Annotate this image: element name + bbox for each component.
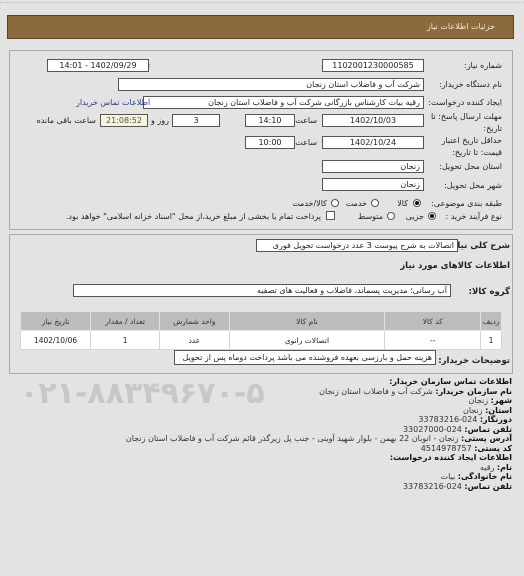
creator-phone-label: تلفن تماس: xyxy=(464,481,512,491)
creator-phone-value: 024-33783216 xyxy=(402,481,462,491)
description-field[interactable]: اتصالات به شرح پیوست 3 عدد درخواست تحویل… xyxy=(256,239,458,252)
process-label: نوع فرآیند خرید : xyxy=(445,212,502,221)
validity-time-field[interactable]: 10:00 xyxy=(245,136,295,149)
category-radio-goods-service[interactable] xyxy=(331,199,339,207)
city-field[interactable]: زنجان xyxy=(322,178,424,191)
city-label: شهر محل تحویل: xyxy=(444,181,502,190)
buyer-label: نام دستگاه خریدار: xyxy=(439,80,502,89)
deadline-label-2: تاریخ: xyxy=(483,124,502,133)
group-label: گروه کالا: xyxy=(468,287,510,297)
group-field[interactable]: آب رسانی؛ مدیریت پسماند، فاضلاب و فعالیت… xyxy=(73,284,451,297)
col-unit: واحد شمارش xyxy=(159,311,230,331)
contact-title: اطلاعات تماس سازمان خریدار: xyxy=(389,377,512,386)
cell-name: اتصالات رانوی xyxy=(228,330,386,350)
validity-time-label: ساعت xyxy=(295,138,317,147)
cell-qty: 1 xyxy=(90,330,161,350)
cell-code: -- xyxy=(384,330,482,350)
process-medium-label: متوسط xyxy=(357,212,383,221)
treasury-payment-label: پرداخت تمام یا بخشی از مبلغ خرید،از محل … xyxy=(65,212,321,221)
province-field[interactable]: زنجان xyxy=(322,160,424,173)
buyer-contact-link[interactable]: اطلاعات تماس خریدار xyxy=(76,98,150,107)
top-divider xyxy=(0,0,524,3)
contact-city-value: زنجان xyxy=(468,396,489,405)
days-field[interactable]: 3 xyxy=(172,114,220,127)
need-number-label: شماره نیاز: xyxy=(464,61,502,70)
address-label: آدرس پستی: xyxy=(461,434,512,443)
phone-value: 024-33027000 xyxy=(402,424,462,434)
table-header-row: ردیف کد کالا نام کالا واحد شمارش تعداد /… xyxy=(19,311,502,331)
treasury-payment-checkbox[interactable] xyxy=(326,211,335,220)
fax-value: 024-33783216 xyxy=(418,415,478,424)
category-goods-label: کالا xyxy=(397,199,408,208)
cell-date: 1402/10/06 xyxy=(19,330,92,350)
name-value: رقیه xyxy=(479,462,495,472)
page-title: جزئیات اطلاعات نیاز xyxy=(426,22,495,31)
deadline-date-field[interactable]: 1402/10/03 xyxy=(322,114,424,127)
cell-row: 1 xyxy=(480,330,502,350)
col-row: ردیف xyxy=(480,311,502,331)
validity-label-2: قیمت: تا تاریخ: xyxy=(452,148,502,157)
contact-province-label: استان: xyxy=(485,405,512,415)
category-goods-service-label: کالا/خدمت xyxy=(292,199,327,208)
page-header: جزئیات اطلاعات نیاز xyxy=(7,15,514,39)
category-label: طبقه بندی موضوعی: xyxy=(431,199,502,208)
category-radio-goods[interactable] xyxy=(413,199,421,207)
need-number-field[interactable]: 1102001230000585 xyxy=(322,59,424,72)
creator-label: ایجاد کننده درخواست: xyxy=(428,98,502,107)
col-qty: تعداد / مقدار xyxy=(90,311,161,331)
buyer-notes-label: توضیحات خریدار: xyxy=(438,356,510,366)
table-row[interactable]: 1 -- اتصالات رانوی عدد 1 1402/10/06 xyxy=(19,330,502,350)
contact-province-value: زنجان xyxy=(462,405,483,415)
process-minor-label: جزیی xyxy=(405,212,424,221)
process-radio-minor[interactable] xyxy=(428,212,436,220)
deadline-time-field[interactable]: 14:10 xyxy=(245,114,295,127)
category-radio-service[interactable] xyxy=(371,199,379,207)
validity-date-field[interactable]: 1402/10/24 xyxy=(322,136,424,149)
fax-label: دورنگار: xyxy=(479,415,512,424)
remaining-time-field: 21:08:52 xyxy=(100,114,148,127)
name-label: نام: xyxy=(496,462,512,472)
deadline-label-1: مهلت ارسال پاسخ: تا xyxy=(430,112,502,121)
creator-field[interactable]: رقیه بیات کارشناس بازرگانی شرکت آب و فاض… xyxy=(143,96,424,109)
days-label: روز و xyxy=(151,116,169,125)
buyer-notes-field[interactable]: هزینه حمل و بارزسی بعهده فروشنده می باشد… xyxy=(174,350,436,365)
contact-city-label: شهر: xyxy=(490,396,512,405)
col-code: کد کالا xyxy=(384,311,482,331)
family-value: بیات xyxy=(440,472,456,481)
address-value: زنجان - اتوبان 22 بهمن - بلوار شهید آوین… xyxy=(125,434,459,443)
contact-section: اطلاعات تماس سازمان خریدار: نام سازمان خ… xyxy=(12,377,512,491)
province-label: استان محل تحویل: xyxy=(439,162,502,171)
postal-value: 4514978757 xyxy=(420,443,472,453)
category-service-label: خدمت xyxy=(345,199,367,208)
validity-label-1: حداقل تاریخ اعتبار xyxy=(441,136,502,145)
org-value: شرکت آب و فاضلاب استان زنجان xyxy=(319,386,433,396)
org-label: نام سازمان خریدار: xyxy=(435,386,512,396)
col-date: تاریخ نیاز xyxy=(19,311,92,331)
postal-label: کد پستی: xyxy=(474,443,512,453)
col-name: نام کالا xyxy=(228,311,386,331)
family-label: نام خانوادگی: xyxy=(457,472,512,481)
creator-info-title: اطلاعات ایجاد کننده درخواست: xyxy=(389,453,512,462)
process-radio-medium[interactable] xyxy=(387,212,395,220)
buyer-field[interactable]: شرکت آب و فاضلاب استان زنجان xyxy=(118,78,424,91)
remaining-label: ساعت باقی مانده xyxy=(36,116,96,125)
announce-field[interactable]: 1402/09/29 - 14:01 xyxy=(47,59,149,72)
phone-label: تلفن تماس: xyxy=(464,424,512,434)
deadline-time-label: ساعت xyxy=(295,116,317,125)
goods-info-title: اطلاعات کالاهای مورد نیاز xyxy=(400,261,510,271)
goods-table: ردیف کد کالا نام کالا واحد شمارش تعداد /… xyxy=(19,311,502,350)
cell-unit: عدد xyxy=(159,330,230,350)
description-label: شرح کلی نیاز: xyxy=(449,241,510,251)
